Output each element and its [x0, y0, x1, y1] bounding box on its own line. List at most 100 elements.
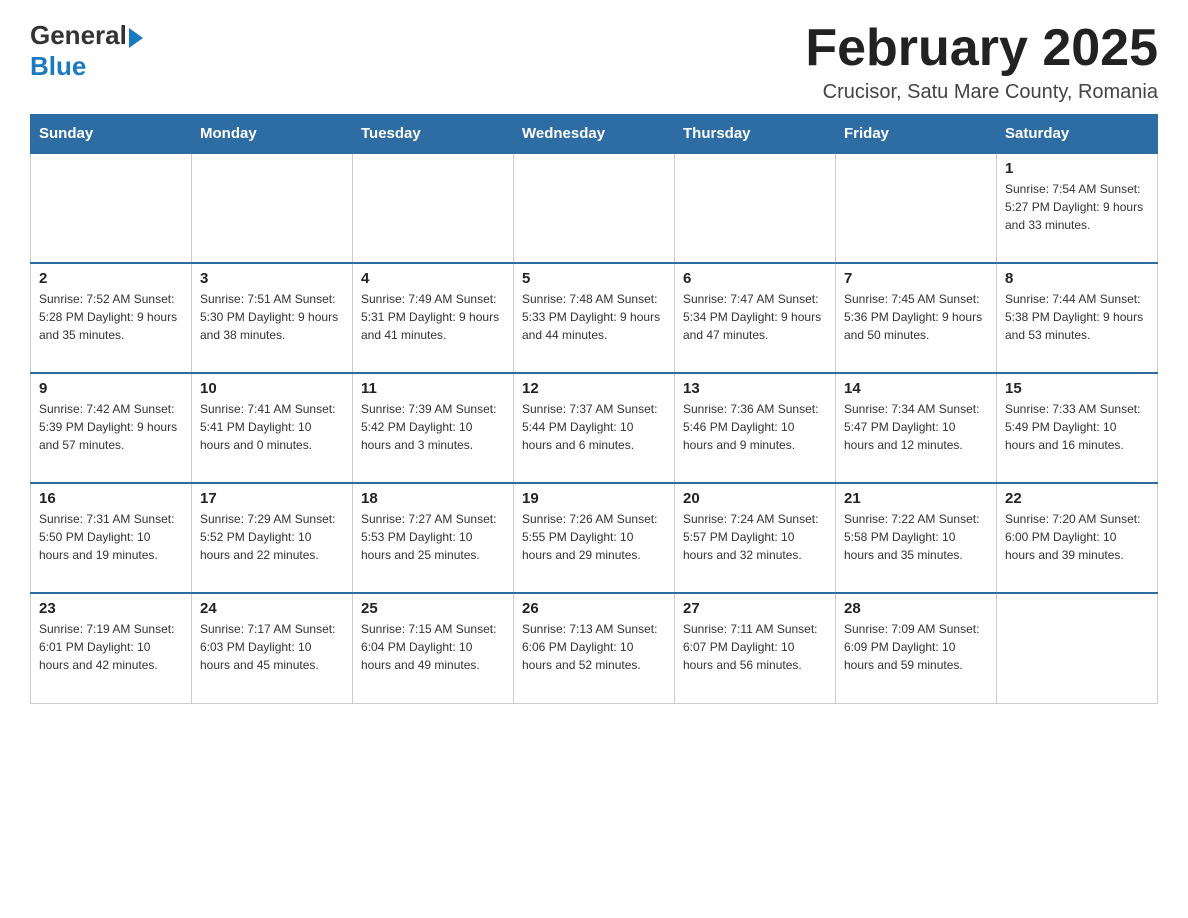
day-number: 26 [522, 600, 666, 617]
table-row [514, 153, 675, 263]
day-info: Sunrise: 7:54 AM Sunset: 5:27 PM Dayligh… [1005, 180, 1149, 234]
day-info: Sunrise: 7:42 AM Sunset: 5:39 PM Dayligh… [39, 400, 183, 454]
day-number: 19 [522, 490, 666, 507]
day-number: 3 [200, 270, 344, 287]
header-tuesday: Tuesday [353, 115, 514, 154]
header-thursday: Thursday [675, 115, 836, 154]
day-info: Sunrise: 7:17 AM Sunset: 6:03 PM Dayligh… [200, 620, 344, 674]
day-info: Sunrise: 7:47 AM Sunset: 5:34 PM Dayligh… [683, 290, 827, 344]
day-number: 8 [1005, 270, 1149, 287]
table-row: 1 Sunrise: 7:54 AM Sunset: 5:27 PM Daylig… [997, 153, 1158, 263]
day-info: Sunrise: 7:41 AM Sunset: 5:41 PM Dayligh… [200, 400, 344, 454]
header-wednesday: Wednesday [514, 115, 675, 154]
table-row: 21Sunrise: 7:22 AM Sunset: 5:58 PM Dayli… [836, 483, 997, 593]
table-row [353, 153, 514, 263]
day-number: 13 [683, 380, 827, 397]
day-number: 7 [844, 270, 988, 287]
table-row: 18 Sunrise: 7:27 AM Sunset: 5:53 PM Dayli… [353, 483, 514, 593]
table-row: 27 Sunrise: 7:11 AM Sunset: 6:07 PM Dayli… [675, 593, 836, 703]
day-number: 2 [39, 270, 183, 287]
day-number: 4 [361, 270, 505, 287]
logo: General Blue [30, 20, 143, 82]
day-info: Sunrise: 7:44 AM Sunset: 5:38 PM Dayligh… [1005, 290, 1149, 344]
calendar-week-row: 9 Sunrise: 7:42 AM Sunset: 5:39 PM Daylig… [31, 373, 1158, 483]
location-subtitle: Crucisor, Satu Mare County, Romania [805, 81, 1158, 104]
day-number: 9 [39, 380, 183, 397]
table-row [836, 153, 997, 263]
day-number: 10 [200, 380, 344, 397]
day-number: 12 [522, 380, 666, 397]
table-row: 28 Sunrise: 7:09 AM Sunset: 6:09 PM Dayli… [836, 593, 997, 703]
day-number: 17 [200, 490, 344, 507]
header-monday: Monday [192, 115, 353, 154]
day-info: Sunrise: 7:11 AM Sunset: 6:07 PM Dayligh… [683, 620, 827, 674]
day-info: Sunrise: 7:48 AM Sunset: 5:33 PM Dayligh… [522, 290, 666, 344]
table-row: 25 Sunrise: 7:15 AM Sunset: 6:04 PM Dayli… [353, 593, 514, 703]
day-number: 24 [200, 600, 344, 617]
day-number: 11 [361, 380, 505, 397]
header-saturday: Saturday [997, 115, 1158, 154]
calendar-table: Sunday Monday Tuesday Wednesday Thursday… [30, 114, 1158, 704]
day-number: 22 [1005, 490, 1149, 507]
table-row: 3 Sunrise: 7:51 AM Sunset: 5:30 PM Daylig… [192, 263, 353, 373]
calendar-week-row: 2Sunrise: 7:52 AM Sunset: 5:28 PM Daylig… [31, 263, 1158, 373]
table-row: 20 Sunrise: 7:24 AM Sunset: 5:57 PM Dayli… [675, 483, 836, 593]
day-info: Sunrise: 7:19 AM Sunset: 6:01 PM Dayligh… [39, 620, 183, 674]
header-friday: Friday [836, 115, 997, 154]
table-row [192, 153, 353, 263]
table-row: 24 Sunrise: 7:17 AM Sunset: 6:03 PM Dayli… [192, 593, 353, 703]
day-info: Sunrise: 7:51 AM Sunset: 5:30 PM Dayligh… [200, 290, 344, 344]
weekday-header-row: Sunday Monday Tuesday Wednesday Thursday… [31, 115, 1158, 154]
day-info: Sunrise: 7:26 AM Sunset: 5:55 PM Dayligh… [522, 510, 666, 564]
table-row: 12 Sunrise: 7:37 AM Sunset: 5:44 PM Dayli… [514, 373, 675, 483]
title-section: February 2025 Crucisor, Satu Mare County… [805, 20, 1158, 104]
day-info: Sunrise: 7:36 AM Sunset: 5:46 PM Dayligh… [683, 400, 827, 454]
table-row: 8 Sunrise: 7:44 AM Sunset: 5:38 PM Daylig… [997, 263, 1158, 373]
day-number: 25 [361, 600, 505, 617]
day-info: Sunrise: 7:29 AM Sunset: 5:52 PM Dayligh… [200, 510, 344, 564]
day-info: Sunrise: 7:15 AM Sunset: 6:04 PM Dayligh… [361, 620, 505, 674]
table-row: 10 Sunrise: 7:41 AM Sunset: 5:41 PM Dayli… [192, 373, 353, 483]
table-row: 19 Sunrise: 7:26 AM Sunset: 5:55 PM Dayli… [514, 483, 675, 593]
logo-general-text: General [30, 20, 127, 51]
day-number: 1 [1005, 160, 1149, 177]
day-info: Sunrise: 7:49 AM Sunset: 5:31 PM Dayligh… [361, 290, 505, 344]
day-info: Sunrise: 7:20 AM Sunset: 6:00 PM Dayligh… [1005, 510, 1149, 564]
day-number: 14 [844, 380, 988, 397]
table-row [675, 153, 836, 263]
day-info: Sunrise: 7:39 AM Sunset: 5:42 PM Dayligh… [361, 400, 505, 454]
day-info: Sunrise: 7:33 AM Sunset: 5:49 PM Dayligh… [1005, 400, 1149, 454]
day-number: 27 [683, 600, 827, 617]
day-number: 6 [683, 270, 827, 287]
day-number: 23 [39, 600, 183, 617]
day-number: 18 [361, 490, 505, 507]
day-info: Sunrise: 7:09 AM Sunset: 6:09 PM Dayligh… [844, 620, 988, 674]
day-info: Sunrise: 7:27 AM Sunset: 5:53 PM Dayligh… [361, 510, 505, 564]
day-info: Sunrise: 7:37 AM Sunset: 5:44 PM Dayligh… [522, 400, 666, 454]
table-row: 7 Sunrise: 7:45 AM Sunset: 5:36 PM Daylig… [836, 263, 997, 373]
table-row: 14 Sunrise: 7:34 AM Sunset: 5:47 PM Dayli… [836, 373, 997, 483]
header-sunday: Sunday [31, 115, 192, 154]
day-number: 16 [39, 490, 183, 507]
day-number: 28 [844, 600, 988, 617]
table-row [31, 153, 192, 263]
table-row [997, 593, 1158, 703]
day-number: 15 [1005, 380, 1149, 397]
calendar-week-row: 16 Sunrise: 7:31 AM Sunset: 5:50 PM Dayli… [31, 483, 1158, 593]
day-info: Sunrise: 7:45 AM Sunset: 5:36 PM Dayligh… [844, 290, 988, 344]
table-row: 17 Sunrise: 7:29 AM Sunset: 5:52 PM Dayli… [192, 483, 353, 593]
table-row: 13 Sunrise: 7:36 AM Sunset: 5:46 PM Dayli… [675, 373, 836, 483]
calendar-week-row: 23 Sunrise: 7:19 AM Sunset: 6:01 PM Dayli… [31, 593, 1158, 703]
table-row: 11 Sunrise: 7:39 AM Sunset: 5:42 PM Dayli… [353, 373, 514, 483]
day-number: 21 [844, 490, 988, 507]
table-row: 2Sunrise: 7:52 AM Sunset: 5:28 PM Daylig… [31, 263, 192, 373]
day-number: 20 [683, 490, 827, 507]
day-info: Sunrise: 7:31 AM Sunset: 5:50 PM Dayligh… [39, 510, 183, 564]
day-info: Sunrise: 7:24 AM Sunset: 5:57 PM Dayligh… [683, 510, 827, 564]
day-number: 5 [522, 270, 666, 287]
table-row: 16 Sunrise: 7:31 AM Sunset: 5:50 PM Dayli… [31, 483, 192, 593]
day-info: Sunrise: 7:34 AM Sunset: 5:47 PM Dayligh… [844, 400, 988, 454]
day-info: Sunrise: 7:13 AM Sunset: 6:06 PM Dayligh… [522, 620, 666, 674]
table-row: 5 Sunrise: 7:48 AM Sunset: 5:33 PM Daylig… [514, 263, 675, 373]
table-row: 22 Sunrise: 7:20 AM Sunset: 6:00 PM Dayli… [997, 483, 1158, 593]
